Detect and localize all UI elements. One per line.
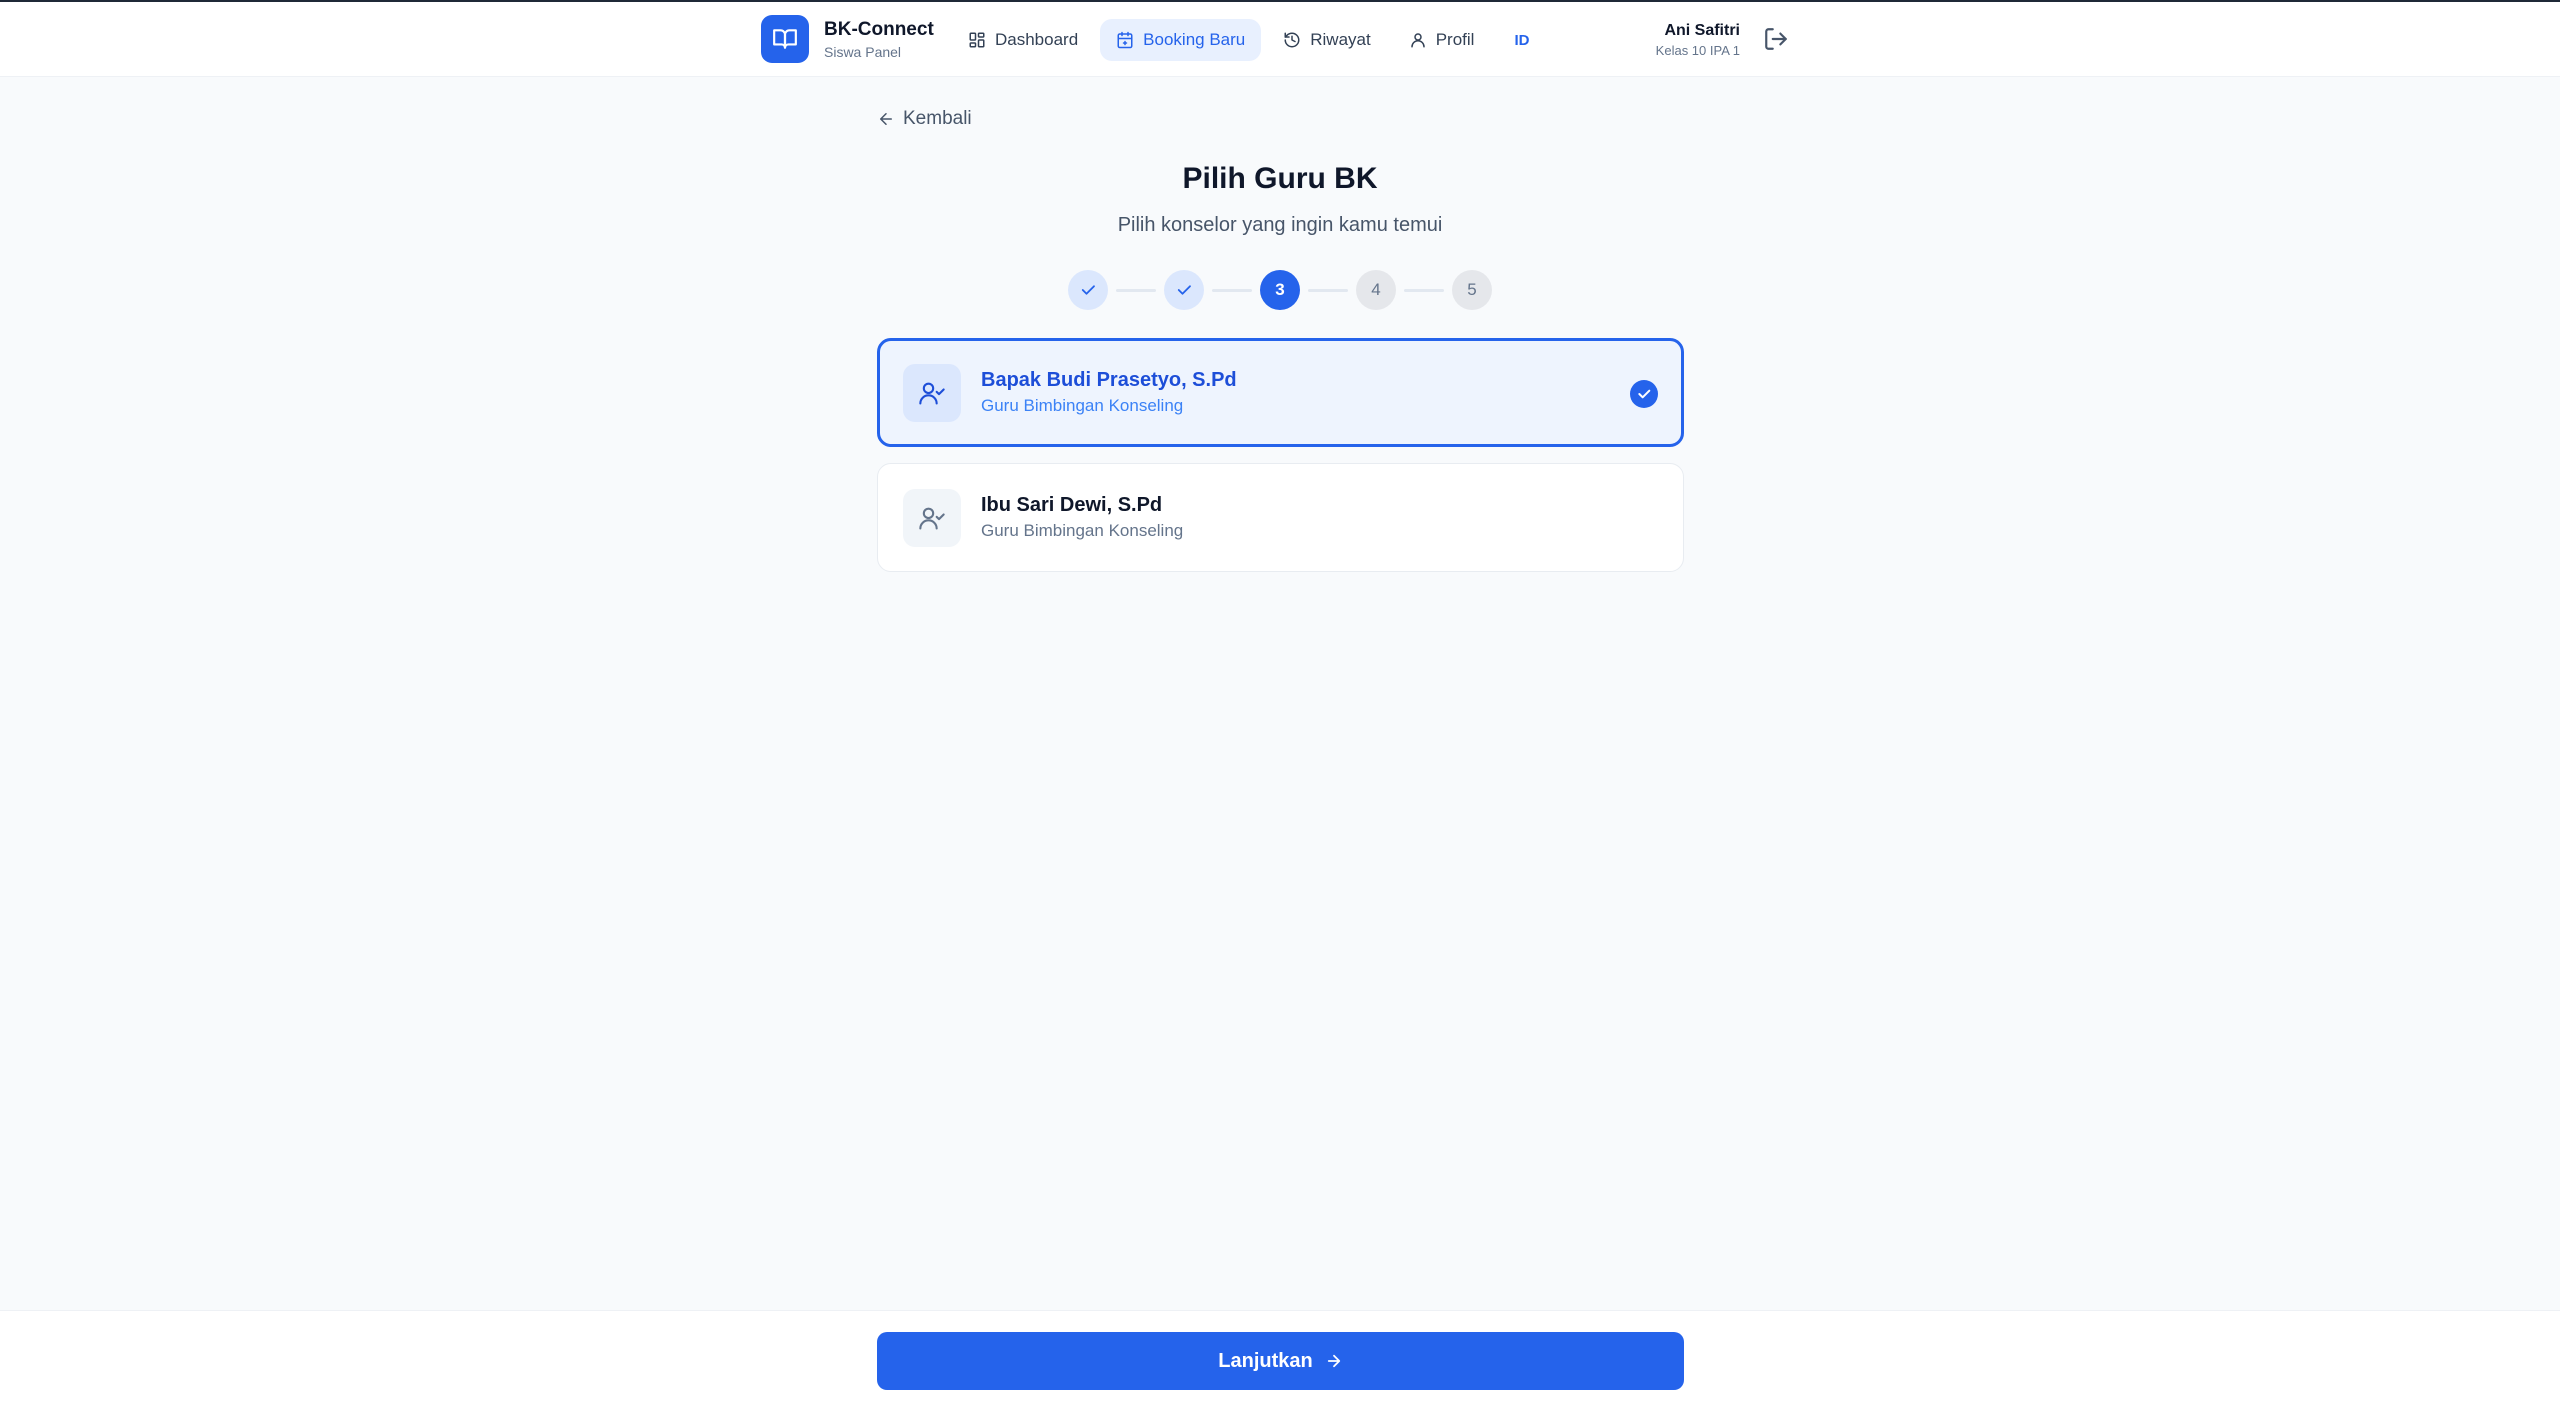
- page-title: Pilih Guru BK: [1182, 162, 1378, 195]
- calendar-plus-icon: [1117, 31, 1133, 49]
- selected-check-icon: [1630, 380, 1658, 408]
- step-indicator: 3 4 5: [1068, 270, 1492, 310]
- arrow-right-icon: [1327, 1354, 1340, 1368]
- continue-button[interactable]: Lanjutkan: [877, 1332, 1684, 1390]
- counselor-role: Guru Bimbingan Konseling: [981, 521, 1184, 540]
- step-3-current: 3: [1260, 270, 1300, 310]
- check-icon: [1081, 285, 1095, 295]
- main-nav: Dashboard Booking Baru Riwayat Profil ID: [952, 19, 1529, 61]
- nav-label-profil: Profil: [1435, 30, 1475, 49]
- check-icon: [1177, 285, 1191, 295]
- brand[interactable]: BK-Connect Siswa Panel: [761, 15, 934, 63]
- arrow-left-icon: [880, 113, 892, 125]
- user-class: Kelas 10 IPA 1: [1655, 43, 1740, 58]
- user-name: Ani Safitri: [1664, 22, 1740, 39]
- nav-item-profil[interactable]: Profil: [1393, 19, 1491, 61]
- user-icon: [1410, 33, 1425, 48]
- nav-item-riwayat[interactable]: Riwayat: [1267, 19, 1386, 61]
- history-icon: [1284, 32, 1300, 48]
- counselor-role: Guru Bimbingan Konseling: [981, 396, 1184, 415]
- nav-label-booking-baru: Booking Baru: [1143, 30, 1246, 49]
- nav-item-dashboard[interactable]: Dashboard: [952, 19, 1094, 61]
- nav-item-booking-baru[interactable]: Booking Baru: [1100, 19, 1262, 61]
- language-switch[interactable]: ID: [1514, 32, 1529, 49]
- step-1-completed: [1068, 270, 1108, 310]
- step-connector: [1308, 288, 1348, 292]
- nav-label-riwayat: Riwayat: [1310, 30, 1371, 49]
- counselor-card[interactable]: Ibu Sari Dewi, S.Pd Guru Bimbingan Konse…: [877, 463, 1684, 572]
- bottom-action-bar: Lanjutkan: [0, 1310, 2560, 1407]
- brand-subtitle: Siswa Panel: [824, 43, 902, 60]
- brand-title: BK-Connect: [824, 18, 934, 40]
- step-2-completed: [1164, 270, 1204, 310]
- grid-icon: [969, 32, 985, 48]
- page-subtitle: Pilih konselor yang ingin kamu temui: [1117, 214, 1443, 236]
- book-open-icon: [761, 15, 809, 63]
- counselor-name: Bapak Budi Prasetyo, S.Pd: [981, 369, 1237, 391]
- step-5: 5: [1452, 270, 1492, 310]
- top-navbar: BK-Connect Siswa Panel Dashboard Booking…: [0, 2, 2560, 77]
- user-check-icon: [903, 488, 961, 547]
- logout-icon[interactable]: [1763, 26, 1791, 54]
- step-connector: [1116, 288, 1156, 292]
- user-info: Ani Safitri Kelas 10 IPA 1: [1640, 20, 1740, 60]
- user-check-icon: [903, 363, 961, 422]
- step-connector: [1212, 288, 1252, 292]
- counselor-card-selected[interactable]: Bapak Budi Prasetyo, S.Pd Guru Bimbingan…: [877, 338, 1684, 447]
- back-button[interactable]: Kembali: [877, 108, 972, 130]
- nav-label-dashboard: Dashboard: [995, 30, 1079, 49]
- back-label: Kembali: [903, 108, 972, 129]
- continue-label: Lanjutkan: [1218, 1349, 1313, 1372]
- step-connector: [1404, 288, 1444, 292]
- counselor-name: Ibu Sari Dewi, S.Pd: [981, 494, 1163, 516]
- step-4: 4: [1356, 270, 1396, 310]
